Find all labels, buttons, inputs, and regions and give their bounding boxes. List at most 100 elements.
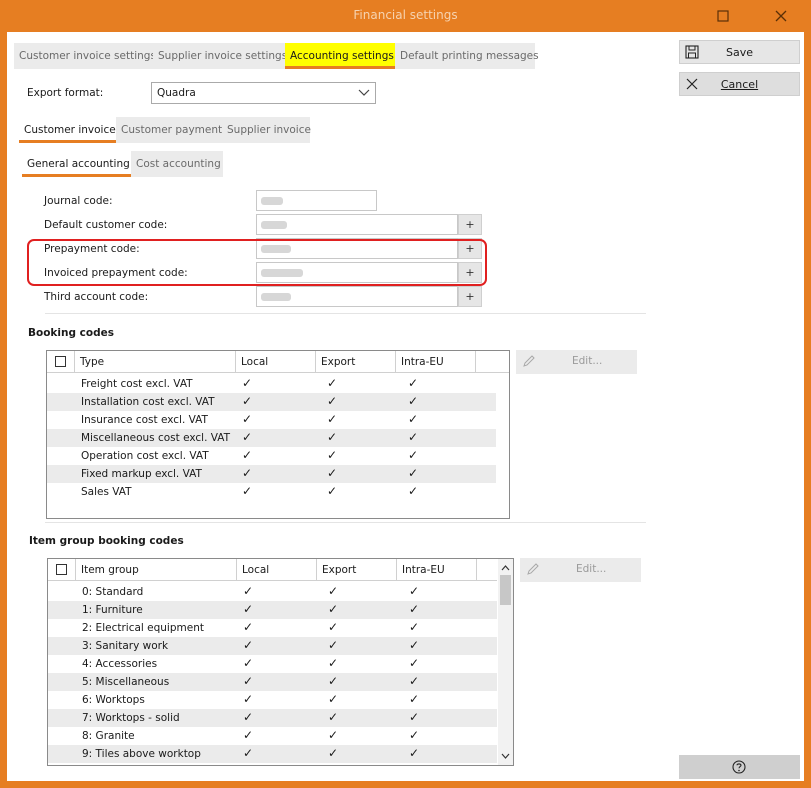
table-row[interactable]: 2: Electrical equipment ✓ ✓ ✓ <box>48 619 497 637</box>
row-label: 8: Granite <box>82 730 135 742</box>
tab-general-accounting[interactable]: General accounting <box>22 151 131 177</box>
intra-eu-check-icon: ✓ <box>408 376 419 390</box>
third-account-code-add-button[interactable]: + <box>458 286 482 307</box>
column-type[interactable]: Type <box>75 351 236 373</box>
save-label: Save <box>725 46 753 59</box>
local-check-icon: ✓ <box>243 674 254 688</box>
save-button[interactable]: Save <box>679 40 800 64</box>
intra-eu-check-icon: ✓ <box>408 466 419 480</box>
table-row[interactable]: 6: Worktops ✓ ✓ ✓ <box>48 691 497 709</box>
title-bar: Financial settings <box>0 0 811 32</box>
help-icon <box>732 760 746 774</box>
tab-customer-invoice[interactable]: Customer invoice <box>19 117 116 143</box>
select-all-checkbox[interactable] <box>56 564 67 575</box>
export-check-icon: ✓ <box>327 430 338 444</box>
intra-eu-check-icon: ✓ <box>409 692 420 706</box>
redacted-value <box>261 221 287 229</box>
redacted-value <box>261 197 283 205</box>
local-check-icon: ✓ <box>242 484 253 498</box>
pencil-icon <box>523 355 535 367</box>
third-account-code-field[interactable] <box>256 286 458 307</box>
export-check-icon: ✓ <box>328 584 339 598</box>
intra-eu-check-icon: ✓ <box>409 638 420 652</box>
local-check-icon: ✓ <box>243 692 254 706</box>
table-row[interactable]: 4: Accessories ✓ ✓ ✓ <box>48 655 497 673</box>
item-group-edit-button[interactable]: Edit... <box>520 558 641 582</box>
intra-eu-check-icon: ✓ <box>409 656 420 670</box>
table-row[interactable]: 1: Furniture ✓ ✓ ✓ <box>48 601 497 619</box>
export-check-icon: ✓ <box>327 412 338 426</box>
tab-customer-payment[interactable]: Customer payment <box>116 117 222 143</box>
tab-accounting-settings[interactable]: Accounting settings <box>285 43 395 69</box>
export-format-select[interactable]: Quadra <box>151 82 376 104</box>
item-group-scrollbar[interactable] <box>498 559 513 765</box>
maximize-button[interactable] <box>712 6 734 26</box>
pencil-icon <box>527 563 539 575</box>
column-intra-eu[interactable]: Intra-EU <box>397 559 477 581</box>
export-check-icon: ✓ <box>327 466 338 480</box>
column-item-group[interactable]: Item group <box>76 559 237 581</box>
table-row[interactable]: Freight cost excl. VAT ✓ ✓ ✓ <box>47 375 496 393</box>
intra-eu-check-icon: ✓ <box>409 602 420 616</box>
scroll-up-icon[interactable] <box>498 561 513 575</box>
export-check-icon: ✓ <box>328 656 339 670</box>
item-group-edit-label: Edit... <box>576 563 607 575</box>
export-check-icon: ✓ <box>328 638 339 652</box>
table-row[interactable]: 5: Miscellaneous ✓ ✓ ✓ <box>48 673 497 691</box>
row-label: 0: Standard <box>82 586 144 598</box>
default-customer-code-add-button[interactable]: + <box>458 214 482 235</box>
booking-codes-edit-button[interactable]: Edit... <box>516 350 637 374</box>
tab-supplier-invoice[interactable]: Supplier invoice <box>222 117 311 143</box>
export-check-icon: ✓ <box>327 376 338 390</box>
export-check-icon: ✓ <box>328 692 339 706</box>
intra-eu-check-icon: ✓ <box>409 728 420 742</box>
table-row[interactable]: Operation cost excl. VAT ✓ ✓ ✓ <box>47 447 496 465</box>
intra-eu-check-icon: ✓ <box>409 674 420 688</box>
export-check-icon: ✓ <box>328 710 339 724</box>
column-local[interactable]: Local <box>236 351 316 373</box>
journal-code-field[interactable] <box>256 190 377 211</box>
intra-eu-check-icon: ✓ <box>408 484 419 498</box>
default-customer-code-field[interactable] <box>256 214 458 235</box>
tab-cost-accounting[interactable]: Cost accounting <box>131 151 223 177</box>
row-label: Operation cost excl. VAT <box>81 450 209 462</box>
select-all-checkbox[interactable] <box>55 356 66 367</box>
column-intra-eu[interactable]: Intra-EU <box>396 351 476 373</box>
table-row[interactable]: 8: Granite ✓ ✓ ✓ <box>48 727 497 745</box>
table-row[interactable]: Installation cost excl. VAT ✓ ✓ ✓ <box>47 393 496 411</box>
scroll-thumb[interactable] <box>500 575 511 605</box>
table-row[interactable]: Insurance cost excl. VAT ✓ ✓ ✓ <box>47 411 496 429</box>
tab-customer-invoice-settings[interactable]: Customer invoice settings <box>14 43 156 69</box>
maximize-icon <box>717 10 729 22</box>
column-local[interactable]: Local <box>237 559 317 581</box>
cancel-button[interactable]: Cancel <box>679 72 800 96</box>
close-button[interactable] <box>770 6 792 26</box>
local-check-icon: ✓ <box>243 746 254 760</box>
column-export[interactable]: Export <box>316 351 396 373</box>
booking-codes-grid: Type Local Export Intra-EU Freight cost … <box>46 350 510 519</box>
row-label: Installation cost excl. VAT <box>81 396 215 408</box>
help-button[interactable] <box>679 755 800 779</box>
row-label: 5: Miscellaneous <box>82 676 170 688</box>
tab-supplier-invoice-settings[interactable]: Supplier invoice settings <box>153 43 287 69</box>
row-label: Freight cost excl. VAT <box>81 378 193 390</box>
table-row[interactable]: Fixed markup excl. VAT ✓ ✓ ✓ <box>47 465 496 483</box>
table-row[interactable]: Miscellaneous cost excl. VAT ✓ ✓ ✓ <box>47 429 496 447</box>
export-check-icon: ✓ <box>328 602 339 616</box>
local-check-icon: ✓ <box>242 376 253 390</box>
tab-default-printing-messages[interactable]: Default printing messages <box>395 43 539 69</box>
local-check-icon: ✓ <box>242 430 253 444</box>
local-check-icon: ✓ <box>243 728 254 742</box>
intra-eu-check-icon: ✓ <box>409 710 420 724</box>
column-export[interactable]: Export <box>317 559 397 581</box>
cancel-label: Cancel <box>720 78 759 91</box>
scroll-down-icon[interactable] <box>498 749 513 763</box>
table-row[interactable]: 9: Tiles above worktop ✓ ✓ ✓ <box>48 745 497 763</box>
table-row[interactable]: 0: Standard ✓ ✓ ✓ <box>48 583 497 601</box>
local-check-icon: ✓ <box>242 466 253 480</box>
table-row[interactable]: 7: Worktops - solid ✓ ✓ ✓ <box>48 709 497 727</box>
row-label: Miscellaneous cost excl. VAT <box>81 432 231 444</box>
local-check-icon: ✓ <box>243 710 254 724</box>
table-row[interactable]: Sales VAT ✓ ✓ ✓ <box>47 483 496 501</box>
table-row[interactable]: 3: Sanitary work ✓ ✓ ✓ <box>48 637 497 655</box>
